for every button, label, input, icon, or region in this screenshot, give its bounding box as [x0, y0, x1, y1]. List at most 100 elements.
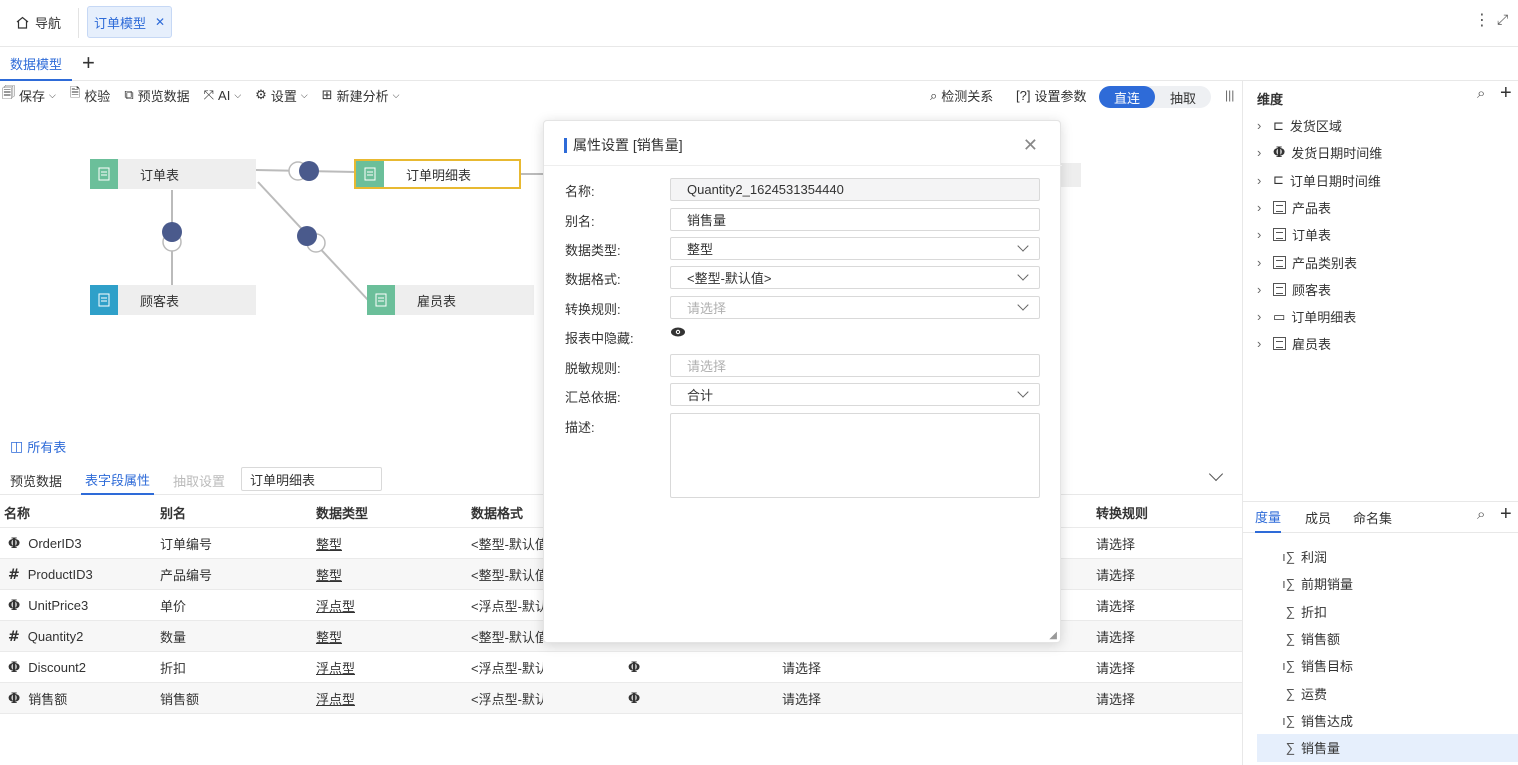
dimension-item[interactable]: › 顾客表 — [1257, 280, 1331, 299]
chevron-right-icon[interactable]: › — [1257, 309, 1267, 324]
ai-button[interactable]: ⤧ AI ⌵ — [204, 87, 242, 103]
tab-order-model[interactable]: 订单模型 ✕ — [87, 6, 172, 38]
type-cell[interactable]: 浮点型 — [316, 590, 355, 621]
type-cell[interactable]: 整型 — [316, 559, 342, 590]
tab-members[interactable]: 成员 — [1305, 502, 1331, 533]
chevron-right-icon[interactable]: › — [1257, 200, 1267, 215]
new-analysis-button[interactable]: ⊞ 新建分析 ⌵ — [322, 86, 400, 105]
tab-preview-data[interactable]: 预览数据 — [10, 465, 62, 495]
detect-relation-button[interactable]: ⌕ 检测关系 — [930, 86, 993, 105]
chevron-right-icon[interactable]: › — [1257, 173, 1267, 188]
node-order-table[interactable]: 订单表 — [90, 159, 256, 189]
mask-cell[interactable]: 请选择 — [782, 683, 821, 714]
table-row[interactable]: Φ 销售额 销售额 浮点型 <浮点型-默认值> Φ 请选择 请选择 — [0, 683, 1242, 714]
dimension-item[interactable]: › 订单表 — [1257, 225, 1331, 244]
dimension-item[interactable]: › ⊏ 发货区域 — [1257, 116, 1342, 135]
check-button[interactable]: 🗎 校验 — [70, 84, 110, 106]
type-cell[interactable]: 整型 — [316, 621, 342, 652]
measure-item[interactable]: ∑ 折扣 — [1279, 602, 1327, 621]
rule-cell[interactable]: 请选择 — [1096, 652, 1135, 683]
add-icon[interactable]: + — [1500, 82, 1512, 105]
type-select[interactable]: 整型 — [670, 237, 1040, 260]
dimension-item[interactable]: › ▭ 订单明细表 — [1257, 307, 1356, 326]
columns-icon[interactable]: ||| — [1225, 88, 1234, 102]
tab-extract-settings[interactable]: 抽取设置 — [173, 465, 225, 495]
measure-item[interactable]: ı∑ 前期销量 — [1279, 574, 1353, 593]
agg-select[interactable]: 合计 — [670, 383, 1040, 406]
add-icon[interactable]: + — [1500, 503, 1512, 526]
save-button[interactable]: 🗐 保存 ⌵ — [2, 84, 56, 106]
measure-item[interactable]: ∑ 销售额 — [1279, 629, 1340, 648]
mask-field[interactable]: 请选择 — [670, 354, 1040, 377]
mask-cell[interactable]: 请选择 — [782, 652, 821, 683]
close-icon[interactable]: ✕ — [155, 15, 165, 29]
alias-field[interactable]: 销售量 — [670, 208, 1040, 231]
eye-icon[interactable] — [670, 326, 686, 338]
all-tables-button[interactable]: ◫ 所有表 — [10, 437, 66, 456]
add-tab-button[interactable]: + — [82, 51, 95, 75]
more-vertical-icon[interactable]: ⋮ — [1474, 10, 1490, 30]
mode-direct-button[interactable]: 直连 — [1099, 86, 1155, 108]
tab-measures[interactable]: 度量 — [1255, 502, 1282, 533]
format-select[interactable]: <整型-默认值> — [670, 266, 1040, 289]
desc-textarea[interactable] — [670, 413, 1040, 498]
tab-named-sets[interactable]: 命名集 — [1353, 502, 1392, 533]
measure-item[interactable]: ∑ 运费 — [1279, 684, 1327, 703]
rule-cell[interactable]: 请选择 — [1096, 528, 1135, 559]
format-cell[interactable]: <整型-默认值 — [471, 528, 543, 559]
dimension-item[interactable]: › Φ 发货日期时间维 — [1257, 143, 1382, 162]
measure-item[interactable]: ı∑ 利润 — [1279, 547, 1327, 566]
join-circle[interactable] — [299, 161, 319, 181]
dimension-item[interactable]: › 产品表 — [1257, 198, 1331, 217]
format-cell[interactable]: <浮点型-默认值> — [471, 683, 543, 714]
measure-item[interactable]: ı∑ 销售达成 — [1279, 711, 1353, 730]
mode-extract-button[interactable]: 抽取 — [1155, 86, 1211, 108]
chevron-right-icon[interactable]: › — [1257, 255, 1267, 270]
format-cell[interactable]: <浮点型-默认 — [471, 590, 543, 621]
tab-data-model[interactable]: 数据模型 — [0, 48, 72, 81]
dimension-item[interactable]: › 雇员表 — [1257, 334, 1331, 353]
chevron-down-icon[interactable] — [1208, 466, 1224, 482]
table-select-input[interactable]: 订单明细表 — [241, 467, 382, 491]
settings-button[interactable]: ⚙ 设置 ⌵ — [255, 86, 308, 105]
format-cell[interactable]: <整型-默认值 — [471, 621, 543, 652]
expand-icon[interactable]: ⤢ — [1497, 11, 1508, 28]
set-params-button[interactable]: [?] 设置参数 — [1016, 86, 1086, 105]
hide-cell[interactable]: Φ — [628, 683, 640, 714]
chevron-right-icon[interactable]: › — [1257, 282, 1267, 297]
type-cell[interactable]: 浮点型 — [316, 652, 355, 683]
resize-handle-icon[interactable]: ◢ — [1049, 630, 1057, 641]
preview-button[interactable]: ⧉ 预览数据 — [124, 86, 189, 105]
rule-select[interactable]: 请选择 — [670, 296, 1040, 319]
hide-cell[interactable]: Φ — [628, 652, 640, 683]
type-cell[interactable]: 浮点型 — [316, 683, 355, 714]
chevron-right-icon[interactable]: › — [1257, 336, 1267, 351]
measure-item[interactable]: ∑ 销售量 — [1279, 738, 1340, 757]
search-icon[interactable]: ⌕ — [1477, 85, 1485, 102]
search-icon[interactable]: ⌕ — [1477, 506, 1485, 523]
rule-cell[interactable]: 请选择 — [1096, 559, 1135, 590]
dimension-item[interactable]: › 产品类别表 — [1257, 253, 1357, 272]
rule-cell[interactable]: 请选择 — [1096, 621, 1135, 652]
chevron-right-icon[interactable]: › — [1257, 227, 1267, 242]
format-cell[interactable]: <浮点型-默认值> — [471, 652, 543, 683]
format-cell[interactable]: <整型-默认值 — [471, 559, 543, 590]
node-customer-table[interactable]: 顾客表 — [90, 285, 256, 315]
chevron-right-icon[interactable]: › — [1257, 118, 1267, 133]
type-cell[interactable]: 整型 — [316, 528, 342, 559]
rule-cell[interactable]: 请选择 — [1096, 683, 1135, 714]
params-label: 设置参数 — [1034, 89, 1087, 104]
join-circle[interactable] — [297, 226, 317, 246]
table-row[interactable]: Φ Discount2 折扣 浮点型 <浮点型-默认值> Φ 请选择 请选择 — [0, 652, 1242, 683]
tab-field-properties[interactable]: 表字段属性 — [81, 465, 155, 495]
join-circle[interactable] — [162, 222, 182, 242]
node-order-detail-table[interactable]: 订单明细表 — [354, 159, 521, 189]
chevron-right-icon[interactable]: › — [1257, 145, 1267, 160]
rule-cell[interactable]: 请选择 — [1096, 590, 1135, 621]
dimension-item[interactable]: › ⊏ 订单日期时间维 — [1257, 171, 1381, 190]
node-employee-table[interactable]: 雇员表 — [367, 285, 534, 315]
calc-sum-icon: ı∑ — [1282, 712, 1295, 728]
close-icon[interactable]: ✕ — [1023, 135, 1038, 156]
nav-home-button[interactable]: 导航 — [16, 13, 61, 32]
measure-item[interactable]: ı∑ 销售目标 — [1279, 656, 1353, 675]
